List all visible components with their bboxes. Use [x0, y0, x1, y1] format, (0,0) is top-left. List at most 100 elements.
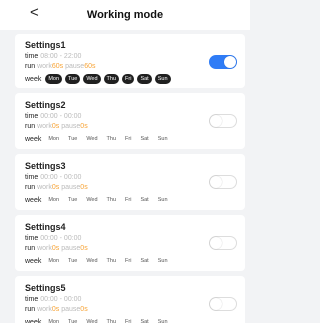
day-chip-sun[interactable]: Sun [155, 195, 171, 205]
enable-toggle[interactable] [209, 236, 237, 250]
settings-name: Settings4 [25, 222, 66, 232]
day-chip-sun[interactable]: Sun [155, 317, 171, 323]
day-chip-sat[interactable]: Sat [137, 317, 151, 323]
header: < Working mode [0, 0, 250, 30]
day-chip-wed[interactable]: Wed [83, 256, 100, 266]
time-value: 00:00 - 00:00 [40, 296, 82, 303]
week-row: week Mon Tue Wed Thu Fri Sat Sun [25, 317, 245, 323]
day-chips: Mon Tue Wed Thu Fri Sat Sun [45, 317, 173, 323]
pause-label: pause [65, 63, 85, 70]
day-chip-wed[interactable]: Wed [83, 134, 100, 144]
pause-value: 0s [80, 245, 88, 252]
enable-toggle[interactable] [209, 175, 237, 189]
week-row: week Mon Tue Wed Thu Fri Sat Sun [25, 74, 245, 84]
week-label: week [25, 257, 42, 265]
day-chips: Mon Tue Wed Thu Fri Sat Sun [45, 195, 173, 205]
settings-card-3[interactable]: Settings3 time 00:00 - 00:00 run work0s … [15, 154, 245, 210]
work-label: work [37, 306, 52, 313]
day-chip-sun[interactable]: Sun [155, 256, 171, 266]
toggle-knob [210, 115, 222, 127]
time-label: time [25, 113, 39, 120]
pause-label: pause [61, 123, 81, 130]
settings-card-2[interactable]: Settings2 time 00:00 - 00:00 run work0s … [15, 93, 245, 149]
settings-card-5[interactable]: Settings5 time 00:00 - 00:00 run work0s … [15, 276, 245, 323]
day-chip-wed[interactable]: Wed [83, 195, 100, 205]
working-mode-screen: < Working mode Settings1 time 08:00 - 22… [0, 0, 250, 323]
day-chip-thu[interactable]: Thu [104, 134, 119, 144]
time-label: time [25, 235, 39, 242]
day-chip-mon[interactable]: Mon [45, 195, 62, 205]
week-row: week Mon Tue Wed Thu Fri Sat Sun [25, 256, 245, 266]
run-label: run [25, 63, 36, 70]
day-chip-sun[interactable]: Sun [154, 74, 171, 84]
pause-label: pause [61, 245, 81, 252]
day-chip-fri[interactable]: Fri [122, 74, 135, 84]
run-label: run [25, 245, 36, 252]
day-chip-thu[interactable]: Thu [104, 195, 119, 205]
day-chip-fri[interactable]: Fri [122, 256, 134, 266]
work-value: 0s [51, 245, 60, 252]
settings-card-4[interactable]: Settings4 time 00:00 - 00:00 run work0s … [15, 215, 245, 271]
time-label: time [25, 296, 39, 303]
week-label: week [25, 196, 42, 204]
day-chip-sat[interactable]: Sat [137, 256, 151, 266]
run-label: run [25, 123, 36, 130]
work-label: work [37, 123, 52, 130]
day-chips: Mon Tue Wed Thu Fri Sat Sun [45, 134, 173, 144]
pause-value: 60s [84, 63, 96, 70]
pause-value: 0s [80, 184, 88, 191]
day-chip-fri[interactable]: Fri [122, 134, 134, 144]
work-value: 60s [51, 63, 64, 70]
day-chip-sat[interactable]: Sat [137, 74, 152, 84]
time-label: time [25, 53, 39, 60]
day-chip-mon[interactable]: Mon [45, 317, 62, 323]
day-chip-mon[interactable]: Mon [45, 256, 62, 266]
day-chip-sat[interactable]: Sat [137, 195, 151, 205]
day-chip-mon[interactable]: Mon [45, 134, 62, 144]
toggle-knob [210, 176, 222, 188]
week-label: week [25, 75, 42, 83]
day-chip-sun[interactable]: Sun [155, 134, 171, 144]
enable-toggle[interactable] [209, 297, 237, 311]
day-chip-thu[interactable]: Thu [103, 74, 120, 84]
work-label: work [37, 184, 52, 191]
work-value: 0s [51, 123, 60, 130]
pause-label: pause [61, 184, 81, 191]
time-label: time [25, 174, 39, 181]
run-label: run [25, 306, 36, 313]
enable-toggle[interactable] [209, 55, 237, 69]
day-chip-fri[interactable]: Fri [122, 195, 134, 205]
work-label: work [37, 63, 52, 70]
settings-name: Settings5 [25, 283, 66, 293]
day-chip-tue[interactable]: Tue [65, 195, 80, 205]
day-chip-wed[interactable]: Wed [83, 317, 100, 323]
toggle-knob [210, 298, 222, 310]
work-label: work [37, 245, 52, 252]
settings-name: Settings2 [25, 100, 66, 110]
toggle-knob [224, 56, 236, 68]
pause-label: pause [61, 306, 81, 313]
settings-card-1[interactable]: Settings1 time 08:00 - 22:00 run work60s… [15, 34, 245, 88]
pause-value: 0s [80, 123, 88, 130]
day-chip-mon[interactable]: Mon [45, 74, 63, 84]
work-value: 0s [51, 306, 60, 313]
settings-name: Settings1 [25, 40, 66, 50]
day-chip-thu[interactable]: Thu [104, 317, 119, 323]
day-chip-fri[interactable]: Fri [122, 317, 134, 323]
day-chip-thu[interactable]: Thu [104, 256, 119, 266]
day-chip-sat[interactable]: Sat [137, 134, 151, 144]
day-chip-wed[interactable]: Wed [83, 74, 101, 84]
time-value: 00:00 - 00:00 [40, 113, 82, 120]
day-chips: Mon Tue Wed Thu Fri Sat Sun [45, 74, 173, 84]
settings-name: Settings3 [25, 161, 66, 171]
day-chip-tue[interactable]: Tue [65, 317, 80, 323]
chevron-left-icon[interactable]: < [30, 4, 39, 22]
settings-list: Settings1 time 08:00 - 22:00 run work60s… [15, 34, 245, 323]
day-chip-tue[interactable]: Tue [65, 74, 81, 84]
week-row: week Mon Tue Wed Thu Fri Sat Sun [25, 134, 245, 144]
time-value: 00:00 - 00:00 [40, 235, 82, 242]
day-chip-tue[interactable]: Tue [65, 256, 80, 266]
day-chip-tue[interactable]: Tue [65, 134, 80, 144]
week-label: week [25, 135, 42, 143]
enable-toggle[interactable] [209, 114, 237, 128]
